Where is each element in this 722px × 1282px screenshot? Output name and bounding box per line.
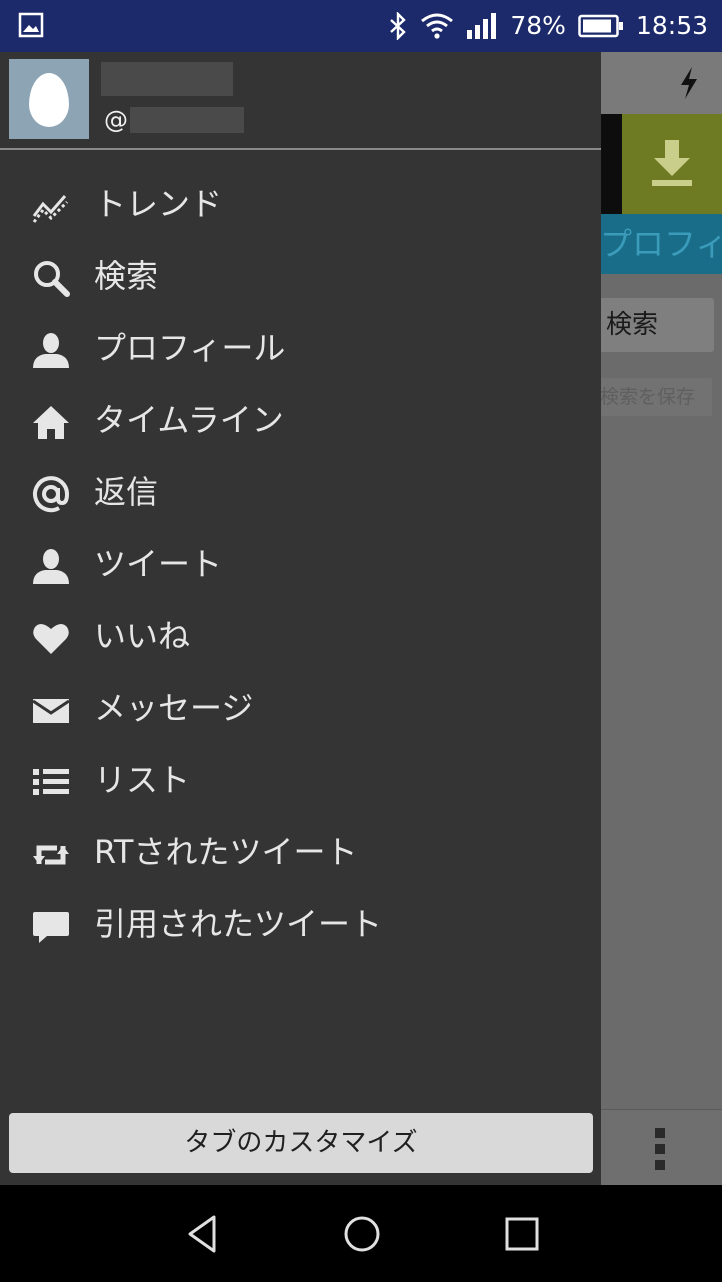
back-icon[interactable] (182, 1213, 224, 1255)
download-icon (652, 140, 692, 186)
app-bottom-bar (600, 1109, 722, 1185)
menu-item-timeline[interactable]: タイムライン (0, 384, 601, 456)
customize-tabs-button[interactable]: タブのカスタマイズ (9, 1113, 593, 1173)
lightning-icon[interactable] (678, 66, 700, 100)
user-name-redacted (101, 62, 233, 96)
menu-item-label: トレンド (94, 185, 223, 223)
menu-item-label: 返信 (94, 473, 159, 511)
overflow-menu-icon[interactable] (655, 1128, 667, 1170)
menu-item-replies[interactable]: 返信 (0, 456, 601, 528)
menu-item-quoted[interactable]: 引用されたツイート (0, 888, 601, 960)
menu-item-messages[interactable]: メッセージ (0, 672, 601, 744)
default-avatar-egg-icon (29, 73, 69, 127)
wifi-icon (421, 13, 454, 39)
person-icon (31, 330, 71, 370)
download-banner[interactable] (622, 114, 722, 214)
menu-item-label: タイムライン (94, 401, 284, 439)
envelope-icon (31, 690, 71, 730)
search-icon (31, 258, 71, 298)
battery-percent: 78% (510, 11, 566, 40)
menu-item-tweets[interactable]: ツイート (0, 528, 601, 600)
battery-icon (578, 14, 623, 38)
app-toolbar (600, 52, 722, 114)
menu-item-label: いいね (94, 617, 191, 655)
clock: 18:53 (635, 11, 708, 40)
bluetooth-icon (390, 12, 407, 40)
search-button[interactable]: 検索 (596, 298, 714, 352)
banner-edge (600, 114, 622, 214)
person-icon (31, 546, 71, 586)
menu-item-retweeted[interactable]: RTされたツイート (0, 816, 601, 888)
handle-prefix: @ (104, 106, 128, 134)
menu-item-trend[interactable]: トレンド (0, 168, 601, 240)
status-bar: 78% 18:53 (0, 0, 722, 52)
menu-item-label: ツイート (94, 545, 223, 583)
image-icon (18, 12, 44, 38)
recents-icon[interactable] (501, 1213, 543, 1255)
handle-redacted (130, 107, 244, 133)
list-icon (31, 762, 71, 802)
save-search-button[interactable]: 検索を保存 (596, 378, 712, 416)
menu-item-label: 検索 (94, 257, 159, 295)
home-icon (31, 402, 71, 442)
system-nav-bar (0, 1185, 722, 1282)
tab-profile-fragment[interactable]: プロフィ (600, 214, 722, 274)
menu-item-label: 引用されたツイート (94, 905, 383, 943)
avatar[interactable] (9, 59, 89, 139)
trend-icon (31, 186, 71, 226)
at-icon (31, 474, 71, 514)
retweet-icon (31, 834, 71, 874)
menu-item-lists[interactable]: リスト (0, 744, 601, 816)
heart-icon (31, 618, 71, 658)
menu-item-search[interactable]: 検索 (0, 240, 601, 312)
menu-item-label: メッセージ (94, 689, 254, 727)
navigation-drawer: @ トレンド 検索 プロフィール タイムライン 返信 ツイート いいね メッセー… (0, 52, 601, 1185)
menu-item-likes[interactable]: いいね (0, 600, 601, 672)
menu-item-profile[interactable]: プロフィール (0, 312, 601, 384)
drawer-menu: トレンド 検索 プロフィール タイムライン 返信 ツイート いいね メッセージ … (0, 168, 601, 960)
drawer-header[interactable]: @ (0, 52, 601, 150)
speech-bubble-icon (31, 906, 71, 946)
home-nav-icon[interactable] (341, 1213, 383, 1255)
menu-item-label: リスト (94, 761, 191, 799)
menu-item-label: プロフィール (94, 329, 286, 367)
user-handle: @ (104, 106, 244, 134)
signal-icon (467, 13, 497, 39)
menu-item-label: RTされたツイート (94, 833, 358, 871)
